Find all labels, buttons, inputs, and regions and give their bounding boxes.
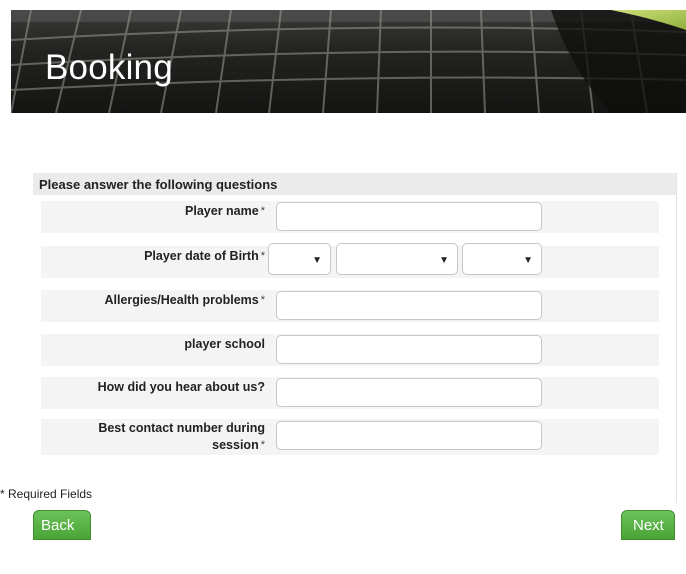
- contact-number-input[interactable]: [276, 421, 542, 450]
- hear-input[interactable]: [276, 378, 542, 407]
- contact-label: Best contact number during session *: [98, 421, 265, 452]
- required-mark: *: [260, 205, 265, 217]
- dob-label: Player date of Birth *: [144, 249, 265, 263]
- form-header-text: Please answer the following questions: [39, 177, 278, 192]
- next-button[interactable]: Next: [621, 510, 675, 540]
- allergies-input[interactable]: [276, 291, 542, 320]
- page-title: Booking: [45, 48, 173, 87]
- required-mark: *: [260, 250, 265, 262]
- dob-month-select[interactable]: ▼: [336, 243, 458, 275]
- allergies-label: Allergies/Health problems *: [104, 293, 266, 307]
- player-name-label: Player name *: [185, 204, 265, 218]
- chevron-down-icon: ▼: [312, 255, 322, 266]
- form-header: Please answer the following questions: [33, 173, 676, 195]
- header-banner: Booking: [11, 10, 686, 113]
- player-name-input[interactable]: [276, 202, 542, 231]
- form-row-school: player school: [41, 334, 659, 366]
- chevron-down-icon: ▼: [439, 255, 449, 266]
- required-mark: *: [260, 294, 265, 306]
- school-input[interactable]: [276, 335, 542, 364]
- form-row-hear: How did you hear about us?: [41, 377, 659, 409]
- required-fields-note: * Required Fields: [0, 487, 93, 501]
- required-mark: *: [260, 439, 265, 451]
- dob-year-select[interactable]: ▼: [462, 243, 542, 275]
- school-label: player school: [184, 337, 265, 351]
- form-row-allergies: Allergies/Health problems *: [41, 290, 659, 322]
- form-row-player-name: Player name *: [41, 201, 659, 233]
- dob-day-select[interactable]: ▼: [268, 243, 331, 275]
- form-row-dob: Player date of Birth * ▼ ▼ ▼: [41, 243, 659, 278]
- form-row-contact: Best contact number during session *: [41, 419, 659, 455]
- back-button[interactable]: Back: [33, 510, 91, 540]
- hear-label: How did you hear about us?: [97, 380, 265, 394]
- chevron-down-icon: ▼: [523, 255, 533, 266]
- booking-form: Please answer the following questions Pl…: [33, 173, 677, 503]
